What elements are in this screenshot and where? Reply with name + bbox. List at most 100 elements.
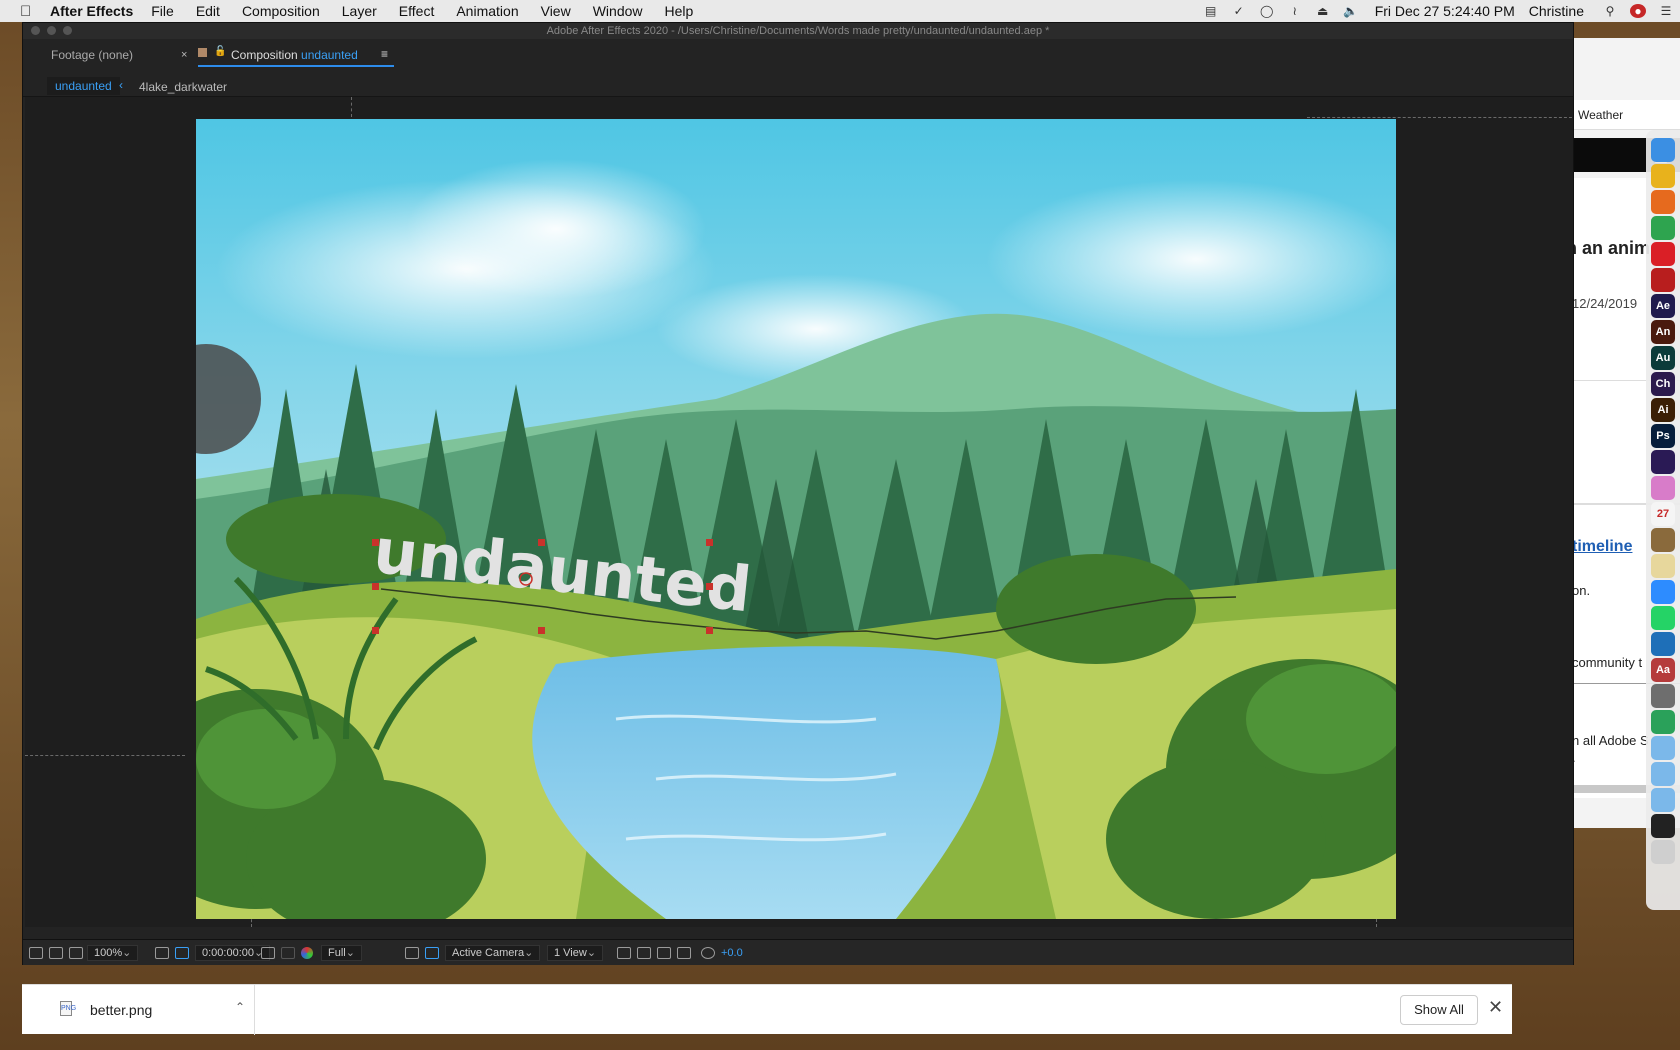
dock-whatsapp-icon[interactable] <box>1651 606 1675 630</box>
fast-preview-icon[interactable] <box>637 945 651 961</box>
dock-preview-app-icon[interactable] <box>1651 632 1675 656</box>
dock-illustrator-icon[interactable]: Ai <box>1651 398 1675 422</box>
monitor-icon[interactable] <box>49 945 63 961</box>
menubar-status-area: ▤ ✓ ◯ ≀ ⏏ 🔈 Fri Dec 27 5:24:40 PM Christ… <box>1197 0 1680 22</box>
dock-textedit-icon[interactable] <box>1651 554 1675 578</box>
dock-acrobat-icon[interactable] <box>1651 268 1675 292</box>
wifi-icon[interactable]: ≀ <box>1287 4 1303 18</box>
dock-photos-icon[interactable] <box>1651 476 1675 500</box>
creative-cloud-status-icon[interactable]: ● <box>1630 4 1646 18</box>
lock-icon[interactable]: 🔓 <box>214 46 226 57</box>
chevron-left-icon[interactable]: ‹ <box>119 78 123 92</box>
notification-center-icon[interactable]: ☰ <box>1658 4 1674 18</box>
menu-edit[interactable]: Edit <box>196 3 220 19</box>
breadcrumb-undaunted[interactable]: undaunted <box>47 77 120 95</box>
dock-evernote-icon[interactable] <box>1651 216 1675 240</box>
bookmark-icon[interactable]: ▤ <box>1203 4 1219 18</box>
dock-after-effects-icon[interactable]: Ae <box>1651 294 1675 318</box>
pixel-aspect-icon[interactable] <box>617 945 631 961</box>
timeline-icon[interactable] <box>657 945 671 961</box>
menu-effect[interactable]: Effect <box>399 3 435 19</box>
cloud <box>986 179 1396 339</box>
exposure-value[interactable]: +0.0 <box>721 945 743 961</box>
menu-layer[interactable]: Layer <box>342 3 377 19</box>
menu-composition[interactable]: Composition <box>242 3 320 19</box>
mask-visibility-icon[interactable] <box>69 945 83 961</box>
dock-finder-icon[interactable] <box>1651 138 1675 162</box>
breadcrumb-4lake-darkwater[interactable]: 4lake_darkwater <box>139 80 227 94</box>
view-layout-dropdown[interactable]: 1 View <box>547 945 604 961</box>
menu-view[interactable]: View <box>541 3 571 19</box>
current-time-display[interactable]: 0:00:00:00 <box>195 945 271 961</box>
dock-terminal-app-icon[interactable] <box>1651 814 1675 838</box>
dock-system-prefs-icon[interactable] <box>1651 710 1675 734</box>
color-channels-icon[interactable] <box>301 945 313 961</box>
show-snapshot-icon[interactable] <box>281 945 295 961</box>
dock-photoshop-icon[interactable]: Ps <box>1651 424 1675 448</box>
always-preview-icon[interactable] <box>29 945 43 961</box>
menu-help[interactable]: Help <box>665 3 694 19</box>
reset-exposure-icon[interactable] <box>701 945 715 961</box>
flowchart-icon[interactable] <box>677 945 691 961</box>
menu-file[interactable]: File <box>151 3 174 19</box>
close-download-bar-icon[interactable]: ✕ <box>1488 997 1503 1018</box>
dock-audition-icon[interactable]: Au <box>1651 346 1675 370</box>
dock-zoom-icon[interactable] <box>1651 580 1675 604</box>
window-zoom-icon[interactable] <box>63 26 72 35</box>
dock-calendar-icon[interactable]: 27 <box>1651 502 1675 526</box>
camera-dropdown[interactable]: Active Camera <box>445 945 541 961</box>
article-link[interactable]: timeline <box>1572 538 1632 556</box>
dock-character-animator-icon[interactable]: Ch <box>1651 372 1675 396</box>
resolution-grid-icon[interactable] <box>155 945 169 961</box>
apple-menu-icon[interactable]:  <box>20 3 38 20</box>
dock-item-label: 27 <box>1656 508 1670 520</box>
menu-animation[interactable]: Animation <box>456 3 518 19</box>
volume-icon[interactable]: 🔈 <box>1343 4 1359 18</box>
spotlight-search-icon[interactable]: ⚲ <box>1602 4 1618 18</box>
lake-landscape-artwork: undaunted <box>196 119 1396 919</box>
region-of-interest-icon[interactable] <box>405 945 419 961</box>
download-file-name[interactable]: better.png <box>90 1002 152 1018</box>
dock-folder-3-icon[interactable] <box>1651 788 1675 812</box>
menubar-user[interactable]: Christine <box>1529 3 1584 19</box>
tab-composition[interactable]: 🔓 Composition undaunted ≡ <box>198 45 394 67</box>
circle-icon[interactable]: ◯ <box>1259 4 1275 18</box>
tab-footage[interactable]: Footage (none) <box>51 48 133 62</box>
menubar-clock[interactable]: Fri Dec 27 5:24:40 PM <box>1375 3 1515 19</box>
dock-creative-cloud-icon[interactable] <box>1651 242 1675 266</box>
dock-chrome-icon[interactable] <box>1651 164 1675 188</box>
macos-menu-bar:  After Effects File Edit Composition La… <box>0 0 1680 22</box>
dock-premiere-icon[interactable] <box>1651 450 1675 474</box>
show-all-button[interactable]: Show All <box>1400 995 1478 1025</box>
dock-clipboard-icon[interactable] <box>1651 684 1675 708</box>
window-close-icon[interactable] <box>31 26 40 35</box>
guide-line <box>1307 117 1573 118</box>
dock-folder-2-icon[interactable] <box>1651 762 1675 786</box>
snapshot-camera-icon[interactable] <box>261 945 275 961</box>
dock-animate-icon[interactable]: An <box>1651 320 1675 344</box>
toggle-transparency-icon[interactable] <box>425 945 439 961</box>
dock-folder-1-icon[interactable] <box>1651 736 1675 760</box>
dock-dictionary-icon[interactable]: Aa <box>1651 658 1675 682</box>
window-title: Adobe After Effects 2020 - /Users/Christ… <box>23 23 1573 39</box>
sync-icon[interactable]: ✓ <box>1231 4 1247 18</box>
dock-firefox-icon[interactable] <box>1651 190 1675 214</box>
app-name-menu[interactable]: After Effects <box>50 3 133 19</box>
window-minimize-icon[interactable] <box>47 26 56 35</box>
after-effects-window: Adobe After Effects 2020 - /Users/Christ… <box>22 22 1574 965</box>
tab-composition-label: Composition undaunted <box>231 48 358 62</box>
resolution-dropdown[interactable]: Full <box>321 945 362 961</box>
panel-menu-icon[interactable]: ≡ <box>381 47 388 61</box>
dock-script-editor-icon[interactable] <box>1651 528 1675 552</box>
dock-item-label: Ch <box>1655 378 1671 390</box>
zoom-dropdown[interactable]: 100% <box>87 945 139 961</box>
article-text: on. <box>1572 583 1591 598</box>
chevron-up-icon[interactable]: ⌃ <box>235 1000 245 1014</box>
transparency-grid-icon[interactable] <box>175 945 189 961</box>
menu-window[interactable]: Window <box>593 3 643 19</box>
close-icon[interactable]: × <box>181 49 187 61</box>
download-item[interactable]: PNG better.png ⌃ <box>40 985 255 1035</box>
dock-trash-icon[interactable] <box>1651 840 1675 864</box>
composition-canvas[interactable]: undaunted <box>196 119 1396 919</box>
eject-icon[interactable]: ⏏ <box>1315 4 1331 18</box>
